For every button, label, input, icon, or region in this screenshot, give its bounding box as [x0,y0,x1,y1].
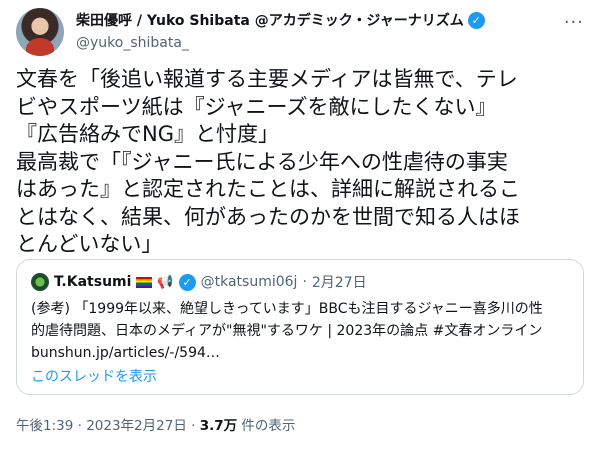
view-count-label: 件の表示 [237,418,296,434]
quoted-tweet-text: (参考) 「1999年以来、絶望しきっています」BBCも注目するジャニー喜多川の… [31,301,543,361]
view-count: 3.7万 [199,418,238,434]
verified-badge-icon: ✓ [467,11,485,29]
verified-badge-icon: ✓ [178,273,196,291]
quoted-author-name[interactable]: T.Katsumi [54,274,131,290]
author-name[interactable]: 柴田優呼 / Yuko Shibata @アカデミック・ジャーナリズム [76,10,464,30]
quoted-author-avatar[interactable] [31,273,49,291]
author-block: 柴田優呼 / Yuko Shibata @アカデミック・ジャーナリズム ✓ @y… [76,10,546,51]
rainbow-flag-icon [136,276,153,288]
author-avatar[interactable] [16,8,64,56]
tweet-date[interactable]: 2023年2月27日 [86,418,187,434]
show-thread-link[interactable]: このスレッドを表示 [31,366,157,386]
more-options-icon[interactable]: ··· [564,12,584,33]
author-handle[interactable]: @yuko_shibata_ [76,35,546,51]
tweet-text: 文春を「後追い報道する主要メディアは皆無で、テレ ビやスポーツ紙は『ジャニーズを… [16,67,520,256]
tweet-meta: 午後1:39 · 2023年2月27日 · 3.7万 件の表示 [16,414,295,434]
megaphone-icon: 📢 [157,274,174,290]
meta-separator: · [186,418,200,434]
quoted-tweet-date[interactable]: 2月27日 [312,272,367,292]
quoted-tweet-header: T.Katsumi 📢 ✓ @tkatsumi06j · 2月27日 [31,272,367,292]
quoted-tweet[interactable]: T.Katsumi 📢 ✓ @tkatsumi06j · 2月27日 (参考) … [16,259,584,395]
tweet-time[interactable]: 午後1:39 [16,418,73,434]
meta-separator: · [302,274,307,290]
quoted-author-handle[interactable]: @tkatsumi06j [201,274,298,290]
meta-separator: · [73,418,87,434]
